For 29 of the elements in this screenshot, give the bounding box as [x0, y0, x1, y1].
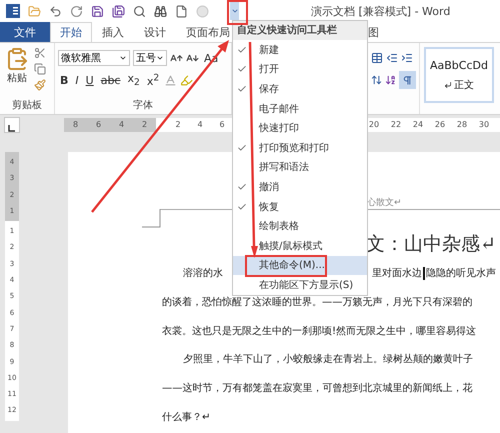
body-text: 什么事？↵ — [162, 410, 211, 424]
body-text: 隐隐的听见水声 — [426, 266, 496, 280]
font-name-value: 微软雅黑 — [61, 52, 101, 65]
ruler-number: 20 — [368, 119, 380, 131]
group-label: 字体 — [132, 98, 154, 112]
ruler-number: 4 — [118, 119, 126, 131]
body-text: 溶溶的水 — [183, 266, 223, 280]
ruler-number: 24 — [412, 119, 424, 131]
ruler-number: 22 — [390, 119, 402, 131]
ruler-number: 4 — [196, 119, 204, 131]
ruler-number: 30 — [478, 119, 490, 131]
document-title: 文：山中杂感↵ — [366, 232, 496, 257]
body-text: 衣裳。这也只是无限之生中的一刹那顷!然而无限之生中，哪里容易得这 — [162, 324, 476, 338]
style-name: 正文 — [454, 78, 474, 92]
menu-title: 自定义快速访问工具栏 — [233, 21, 367, 40]
font-size-value: 五号 — [136, 52, 156, 65]
ruler-number: 6 — [218, 119, 226, 131]
ruler-number: 28 — [456, 119, 468, 131]
window-title: 演示文档 [兼容模式] - Word — [311, 4, 450, 18]
ruler-number: 2 — [174, 119, 182, 131]
ruler-number: 2 — [140, 119, 148, 131]
ruler-number: 6 — [94, 119, 102, 131]
body-text: ——这时节，万有都笼盖在寂寞里，可曾想到北京城里的新闻纸上，花 — [162, 382, 472, 396]
group-label: 剪贴板 — [11, 98, 43, 112]
body-text: 的谈着，恐怕惊醒了这浓睡的世界。——万籁无声，月光下只有深碧的 — [162, 296, 472, 310]
ruler-number: 26 — [434, 119, 446, 131]
ruler-number: 8 — [72, 119, 80, 131]
body-text: 里对面水边 — [372, 266, 422, 280]
body-text: 夕照里，牛羊下山了，小蛟般缘走在青岩上。绿树丛颠的嫩黄叶子 — [183, 352, 473, 366]
